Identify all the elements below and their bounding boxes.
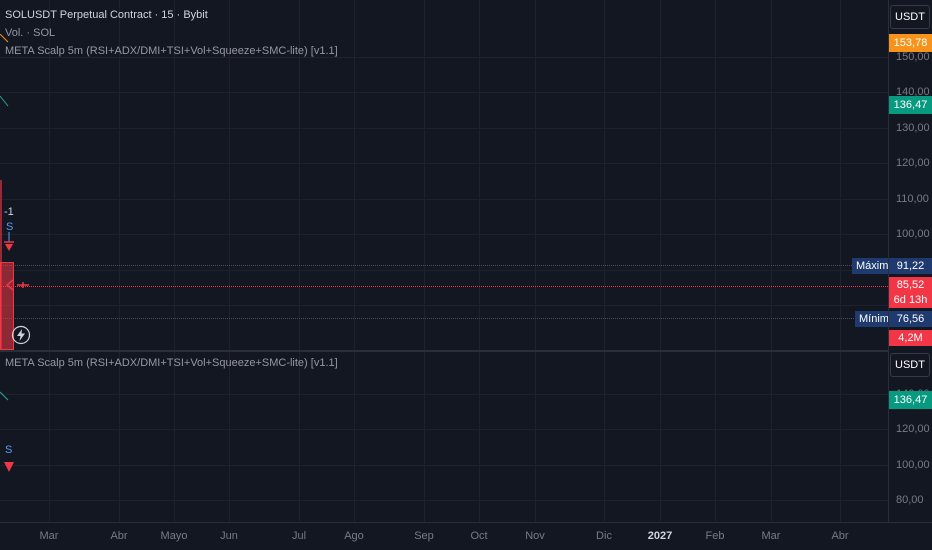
time-tick: Sep [414,530,434,542]
time-tick: Jul [291,530,307,542]
grid-line [660,0,661,522]
bottom-price-badge-green: 136,47 [889,391,932,409]
grid-line [299,0,300,522]
grid-line [535,0,536,522]
grid-line [0,163,888,164]
grid-line [0,234,888,235]
price-tick: 120,00 [896,157,930,169]
grid-line [229,0,230,522]
bottom-currency-button[interactable]: USDT [890,353,930,377]
high-value-badge: 91,22 [889,258,932,274]
symbol-title[interactable]: SOLUSDT Perpetual Contract · 15 · Bybit [5,9,208,21]
grid-line [0,270,888,271]
grid-line [0,394,888,395]
indicator-legend[interactable]: META Scalp 5m (RSI+ADX/DMI+TSI+Vol+Squee… [5,45,338,57]
grid-line [0,500,888,501]
time-tick: Ago [344,530,364,542]
grid-line [771,0,772,522]
price-tick: 130,00 [896,122,930,134]
time-tick: Mayo [160,530,188,542]
time-tick: Oct [470,530,488,542]
grid-line [0,429,888,430]
price-tick: 110,00 [896,193,929,205]
grid-line [49,0,50,522]
time-tick: Dic [596,530,612,542]
bottom-price-tick: 100,00 [896,459,930,471]
grid-line [0,57,888,58]
grid-line [119,0,120,522]
time-tick: Abr [110,530,128,542]
time-tick: Mar [761,530,781,542]
bottom-price-tick: 80,00 [896,494,924,506]
time-tick: Mar [39,530,59,542]
marker-value: -1 [4,206,14,218]
grid-line [0,465,888,466]
grid-line [354,0,355,522]
low-value-badge: 76,56 [889,311,932,327]
bottom-signal-letter: S [5,444,13,456]
grid-line [0,92,888,93]
chart-area[interactable]: SOLUSDT Perpetual Contract · 15 · Bybit … [0,0,900,522]
price-badge-green: 136,47 [889,96,932,114]
grid-line [0,305,888,306]
countdown-badge: 6d 13h [889,292,932,308]
grid-line [0,199,888,200]
high-line [0,265,888,266]
indicator-line-marks [0,34,9,107]
bottom-indicator-legend[interactable]: META Scalp 5m (RSI+ADX/DMI+TSI+Vol+Squee… [5,357,338,369]
volume-legend[interactable]: Vol. · SOL [5,27,55,39]
currency-button[interactable]: USDT [890,5,930,29]
time-tick: Nov [525,530,545,542]
time-tick: Abr [831,530,849,542]
current-price-line [0,286,888,287]
grid-line [424,0,425,522]
low-line [0,318,888,319]
grid-line [840,0,841,522]
price-badge-orange: 153,78 [889,34,932,52]
grid-line [174,0,175,522]
volume-badge: 4,2M [889,330,932,346]
time-axis[interactable] [0,522,932,550]
current-price-badge: 85,52 [889,277,932,293]
time-tick-year: 2027 [647,530,673,542]
pane-separator[interactable] [0,350,932,352]
bottom-indicator-line-mark [0,391,9,401]
sell-arrow-icon [4,232,14,251]
time-tick: Jun [220,530,238,542]
price-tick: 100,00 [896,228,930,240]
price-pointer-icon [5,279,29,291]
grid-line [715,0,716,522]
price-tick: 150,00 [896,51,930,63]
sell-triangle-icon [4,462,14,472]
lightning-icon[interactable] [11,325,31,345]
time-tick: Feb [705,530,725,542]
grid-line [0,128,888,129]
grid-line [479,0,480,522]
grid-line [604,0,605,522]
bottom-price-tick: 120,00 [896,423,930,435]
